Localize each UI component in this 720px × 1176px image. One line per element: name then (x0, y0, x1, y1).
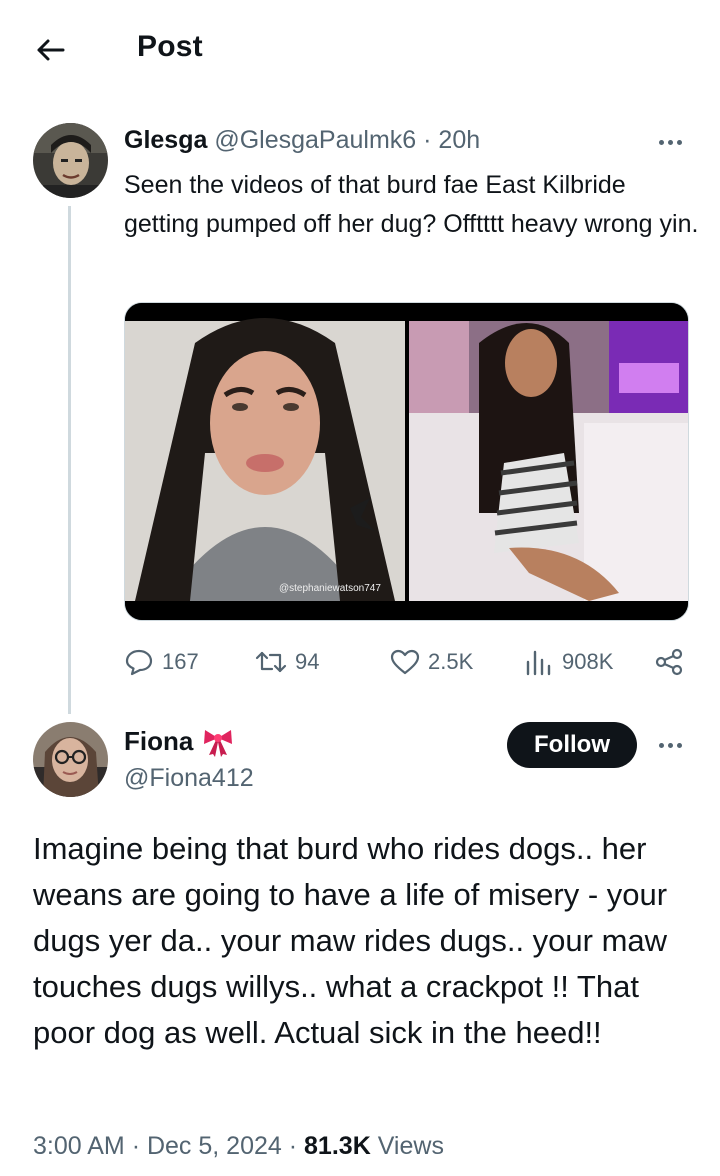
reply-header: Glesga @GlesgaPaulmk6 · 20h (124, 126, 480, 155)
view-count: 908K (562, 649, 614, 674)
author-handle[interactable]: @Fiona412 (124, 764, 254, 793)
separator-dot: · (131, 1132, 141, 1160)
views-label: Views (377, 1132, 444, 1160)
post-date[interactable]: Dec 5, 2024 (147, 1132, 282, 1160)
post-timestamp[interactable]: 3:00 AM (33, 1132, 125, 1160)
bar-chart-icon (526, 650, 551, 676)
page-title: Post (137, 30, 203, 63)
follow-button[interactable]: Follow (507, 722, 637, 768)
top-bar: Post (0, 0, 720, 100)
views-button[interactable]: 908K (524, 640, 613, 684)
post-meta: 3:00 AM · Dec 5, 2024 · 81.3K Views (33, 1132, 444, 1161)
reply-text: Seen the videos of that burd fae East Ki… (124, 171, 699, 238)
action-bar: 167 94 2.5K 908K (124, 640, 690, 684)
heart-icon (390, 649, 420, 675)
dot-icon (676, 139, 682, 145)
post-time[interactable]: 20h (438, 126, 480, 154)
arrow-left-icon (37, 39, 65, 61)
back-button[interactable] (28, 30, 72, 70)
thread-line (68, 206, 71, 714)
dot-icon (667, 139, 673, 145)
repost-button[interactable]: 94 (255, 640, 319, 684)
speech-bubble-icon (125, 649, 153, 676)
media-grid[interactable]: @stephaniewatson747 (124, 302, 689, 621)
repost-icon (255, 651, 287, 673)
more-options-button[interactable] (652, 132, 688, 152)
reply-count: 167 (162, 649, 199, 674)
photo-left[interactable] (125, 303, 405, 620)
separator-dot: · (423, 126, 432, 154)
separator-dot: · (288, 1132, 298, 1160)
like-button[interactable]: 2.5K (390, 640, 473, 684)
dot-icon (658, 139, 664, 145)
share-button[interactable] (654, 640, 684, 684)
dot-icon (676, 742, 682, 748)
media-watermark: @stephaniewatson747 (279, 583, 381, 594)
repost-count: 94 (295, 649, 320, 674)
avatar-fiona[interactable] (33, 722, 108, 797)
avatar-glesga[interactable] (33, 123, 108, 198)
photo-right[interactable]: @stephaniewatson747 (279, 303, 688, 620)
main-author-name[interactable]: Fiona (124, 724, 235, 758)
reply-button[interactable]: 167 (124, 640, 199, 684)
share-icon (655, 648, 683, 676)
more-options-button[interactable] (652, 735, 688, 755)
author-name: Fiona (124, 725, 194, 756)
author-name[interactable]: Glesga (124, 126, 207, 154)
dot-icon (658, 742, 664, 748)
views-count: 81.3K (304, 1132, 371, 1160)
post-text: Imagine being that burd who rides dogs..… (33, 831, 668, 1050)
ribbon-emoji-icon (204, 730, 233, 757)
author-handle[interactable]: @GlesgaPaulmk6 (214, 126, 416, 154)
dot-icon (667, 742, 673, 748)
like-count: 2.5K (428, 649, 474, 674)
